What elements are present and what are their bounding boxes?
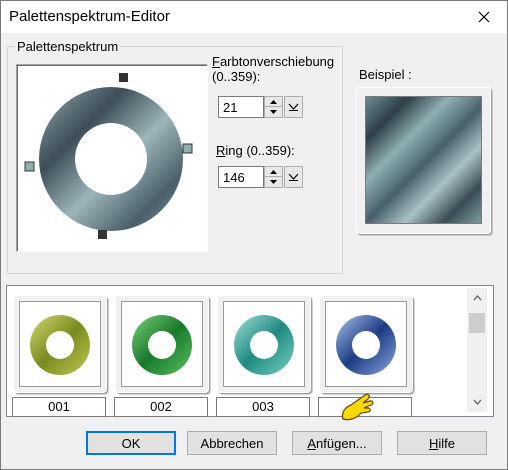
hue-shift-input[interactable]: 21 — [218, 96, 264, 118]
hue-shift-down-button[interactable] — [265, 107, 282, 117]
ring-spinner: 146 — [218, 166, 303, 188]
palette-tile-preview — [325, 301, 407, 387]
palette-spectrum-editor-dialog: Palettenspektrum-Editor Palettenspektrum — [0, 0, 508, 470]
palette-ring-icon — [30, 315, 90, 375]
palette-tile-003[interactable] — [217, 295, 311, 393]
ring-label: Ring (0..359): — [216, 143, 295, 158]
window-title: Palettenspektrum-Editor — [9, 8, 170, 25]
append-button[interactable]: Anfügen... — [292, 431, 382, 455]
hue-shift-spinner: 21 — [218, 96, 303, 118]
chevron-down-icon — [473, 399, 481, 405]
ring-dropdown-button[interactable] — [284, 166, 303, 188]
chevron-down-icon — [288, 173, 299, 181]
ring-up-button[interactable] — [265, 167, 282, 177]
hand-pointer-icon — [341, 393, 374, 421]
help-button[interactable]: Hilfe — [397, 431, 487, 455]
palette-ring-hole — [46, 331, 74, 359]
palette-tile-preview — [223, 301, 305, 387]
triangle-down-icon — [270, 180, 277, 184]
ring-handle-top[interactable] — [119, 73, 128, 82]
spectrum-ring-hole — [75, 123, 147, 195]
cancel-button[interactable]: Abbrechen — [187, 431, 277, 455]
palette-list-scrollbar[interactable] — [467, 288, 487, 412]
ring-handle-left[interactable] — [24, 161, 35, 172]
palette-ring-hole — [250, 331, 278, 359]
hue-shift-range-label: (0..359): — [212, 69, 261, 84]
palette-tile-004[interactable] — [319, 295, 413, 393]
title-bar: Palettenspektrum-Editor — [1, 1, 507, 33]
palette-tile-002[interactable] — [115, 295, 209, 393]
scroll-thumb[interactable] — [469, 313, 485, 333]
ring-handle-right[interactable] — [182, 143, 193, 154]
palette-tile-001[interactable] — [13, 295, 107, 393]
example-preview-frame — [356, 87, 491, 234]
ring-stepper — [264, 166, 283, 188]
scroll-up-button[interactable] — [467, 288, 487, 308]
triangle-up-icon — [270, 169, 277, 174]
hue-shift-stepper — [264, 96, 283, 118]
palette-ring-icon — [132, 315, 192, 375]
ring-input[interactable]: 146 — [218, 166, 264, 188]
palette-label-003: 003 — [216, 397, 310, 417]
palette-label-002: 002 — [114, 397, 208, 417]
triangle-up-icon — [270, 99, 277, 104]
scroll-down-button[interactable] — [467, 392, 487, 412]
spectrum-preview[interactable] — [16, 64, 208, 252]
ring-down-button[interactable] — [265, 177, 282, 187]
triangle-down-icon — [270, 110, 277, 114]
chevron-up-icon — [473, 295, 481, 301]
chevron-down-icon — [288, 103, 299, 111]
palette-label-001: 001 — [12, 397, 106, 417]
ok-button[interactable]: OK — [86, 431, 176, 455]
hue-shift-label: Farbtonverschiebung — [212, 54, 335, 69]
group-label: Palettenspektrum — [15, 39, 121, 54]
close-icon — [478, 11, 490, 23]
palette-ring-hole — [148, 331, 176, 359]
spectrum-ring-svg — [24, 73, 193, 239]
hue-shift-up-button[interactable] — [265, 97, 282, 107]
close-button[interactable] — [461, 1, 507, 33]
palette-ring-icon — [336, 315, 396, 375]
hue-shift-dropdown-button[interactable] — [284, 96, 303, 118]
palette-tile-preview — [19, 301, 101, 387]
palette-ring-icon — [234, 315, 294, 375]
ring-handle-bottom[interactable] — [98, 230, 107, 239]
example-label: Beispiel : — [359, 67, 412, 82]
example-preview — [365, 96, 482, 224]
palette-tile-preview — [121, 301, 203, 387]
palette-ring-hole — [352, 331, 380, 359]
